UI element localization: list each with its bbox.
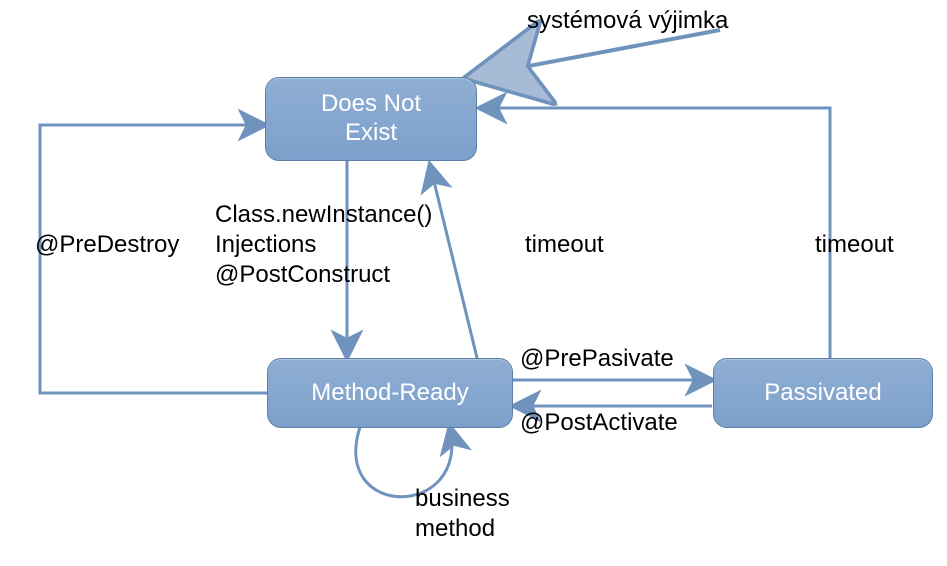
label-postactivate: @PostActivate [520,408,678,438]
state-passivated: Passivated [713,358,933,428]
state-method-ready-label: Method-Ready [311,379,468,408]
state-passivated-label: Passivated [764,379,881,408]
label-newinstance: Class.newInstance()Injections@PostConstr… [215,200,432,290]
edge-timeout-left [430,165,478,362]
edge-system-exception [470,30,720,77]
state-method-ready: Method-Ready [267,358,513,428]
label-system-exception: systémová výjimka [527,6,728,36]
state-does-not-exist-label: Does NotExist [321,90,421,148]
label-business-method: businessmethod [415,484,510,544]
label-prepassivate: @PrePasivate [520,344,674,374]
state-does-not-exist: Does NotExist [265,77,477,161]
label-timeout-left: timeout [525,230,604,260]
label-predestroy: @PreDestroy [35,230,179,260]
label-timeout-right: timeout [815,230,894,260]
